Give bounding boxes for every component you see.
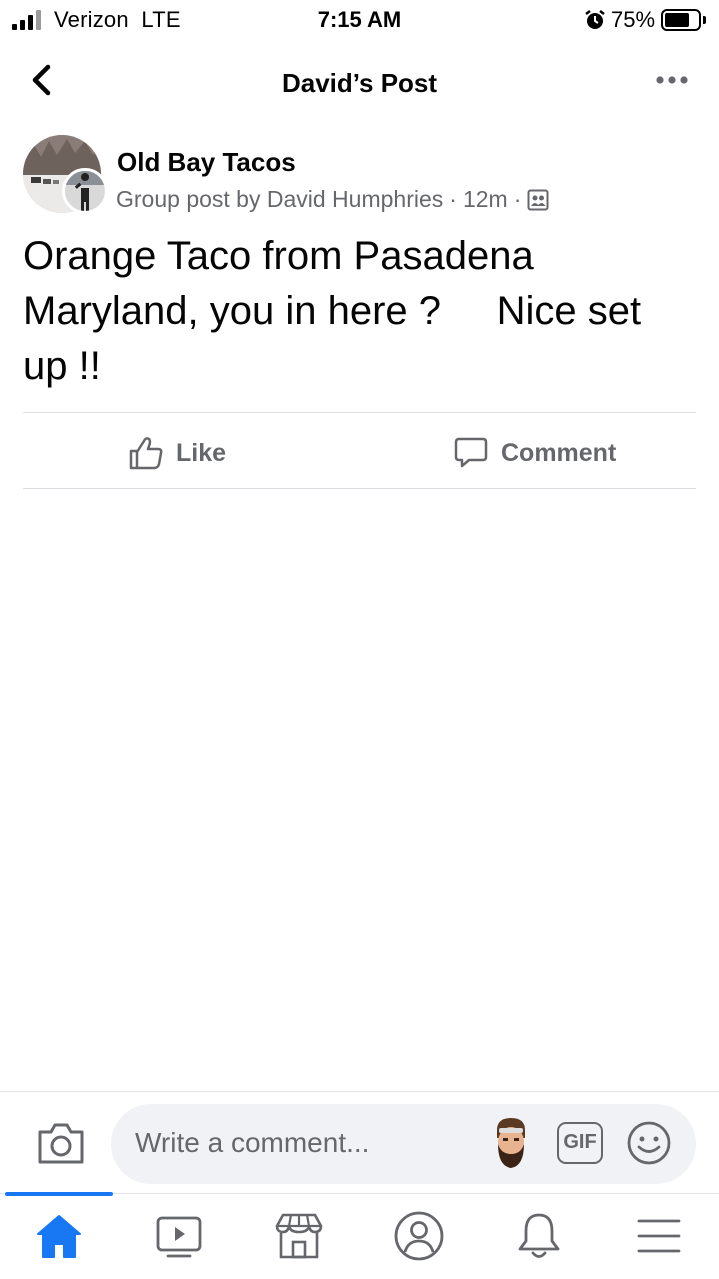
profile-icon [394, 1211, 444, 1261]
emoji-icon[interactable] [626, 1120, 672, 1166]
comment-icon [454, 437, 488, 468]
gif-button[interactable]: GIF [557, 1122, 603, 1164]
status-bar: Verizon LTE 7:15 AM 75% [0, 0, 719, 40]
post-time[interactable]: 12m [463, 186, 508, 213]
camera-icon[interactable] [36, 1120, 86, 1166]
more-options-icon[interactable] [652, 70, 692, 90]
composer-divider [0, 1091, 719, 1092]
nav-marketplace[interactable] [269, 1206, 329, 1266]
group-name[interactable]: Old Bay Tacos [117, 147, 296, 178]
post-meta: Group post by David Humphries · 12m · [116, 186, 549, 213]
home-icon [37, 1215, 81, 1258]
battery-nub [703, 16, 706, 24]
post-header-bar: David’s Post [0, 46, 719, 116]
battery-icon [661, 9, 701, 31]
nav-home[interactable] [29, 1206, 89, 1266]
page-title: David’s Post [281, 68, 438, 98]
watch-icon [156, 1216, 202, 1258]
avatar-sticker-icon[interactable] [489, 1116, 533, 1170]
actions-divider-bottom [23, 488, 696, 489]
comment-input[interactable]: Write a comment... GIF [111, 1104, 696, 1184]
comment-label: Comment [501, 438, 617, 467]
alarm-icon [585, 10, 605, 29]
meta-separator: · [449, 186, 457, 212]
like-label: Like [176, 438, 227, 467]
battery-percent: 75% [611, 7, 656, 32]
group-audience-icon [527, 189, 549, 210]
post-body: Orange Taco from Pasadena Maryland, you … [23, 234, 642, 388]
nav-active-indicator [5, 1192, 113, 1196]
like-button[interactable]: Like [128, 430, 226, 476]
nav-watch[interactable] [149, 1206, 209, 1266]
nav-menu[interactable] [629, 1206, 689, 1266]
comment-button[interactable]: Comment [453, 430, 616, 476]
like-icon [129, 437, 163, 470]
menu-icon [637, 1219, 681, 1253]
notifications-icon [518, 1213, 560, 1258]
bottom-navigation [0, 1192, 719, 1279]
meta-separator-2: · [513, 186, 522, 212]
marketplace-icon [275, 1213, 323, 1259]
author-avatar[interactable] [62, 168, 108, 214]
nav-notifications[interactable] [509, 1206, 569, 1266]
author-byline[interactable]: Group post by David Humphries [116, 186, 443, 213]
actions-divider-top [23, 412, 696, 413]
nav-profile[interactable] [389, 1206, 449, 1266]
comment-placeholder: Write a comment... [135, 1127, 370, 1158]
